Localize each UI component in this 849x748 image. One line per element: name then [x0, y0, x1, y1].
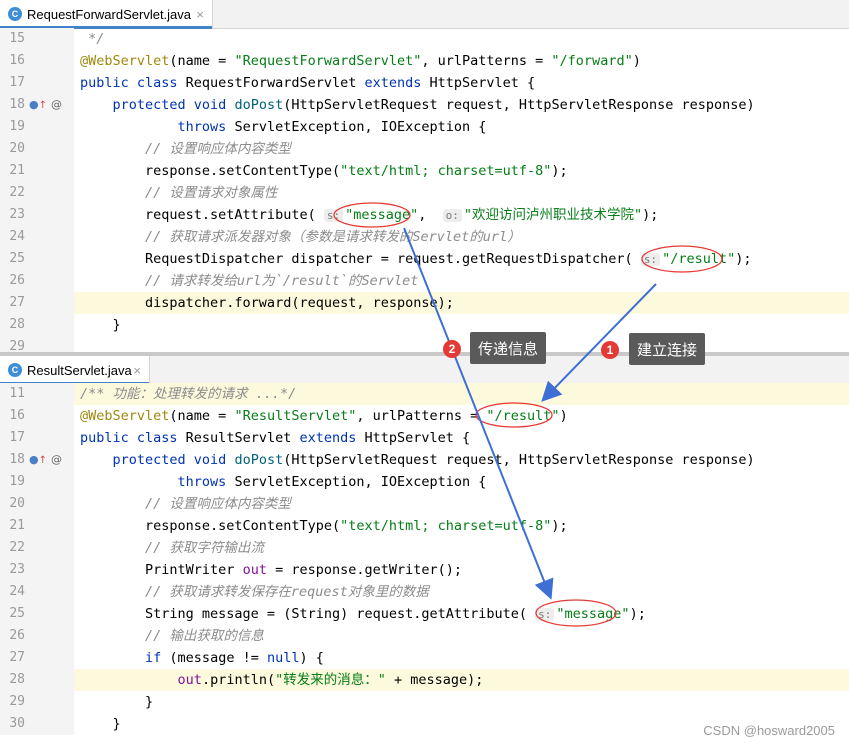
editor-tab-bar: C RequestForwardServlet.java ×: [0, 0, 849, 29]
close-icon[interactable]: ×: [133, 363, 141, 378]
close-icon[interactable]: ×: [196, 7, 204, 22]
editor-pane-request-forward-servlet: C RequestForwardServlet.java × 15 */ 16 @…: [0, 0, 849, 358]
code-line: 23 PrintWriter out = response.getWriter(…: [0, 559, 849, 581]
code-line: 19 throws ServletException, IOException …: [0, 471, 849, 493]
code-line-current: 27 dispatcher.forward(request, response)…: [0, 292, 849, 314]
tab-label: RequestForwardServlet.java: [27, 6, 192, 22]
step-badge-1: 1: [601, 341, 619, 359]
editor-pane-result-servlet: C ResultServlet.java × 11/** 功能：处理转发的请求 …: [0, 356, 849, 748]
code-line: 21 response.setContentType("text/html; c…: [0, 515, 849, 537]
code-line: 24 // 获取请求派发器对象（参数是请求转发的Servlet的url）: [0, 226, 849, 248]
editor-tab-bar: C ResultServlet.java ×: [0, 356, 849, 385]
tab-result-servlet[interactable]: C ResultServlet.java ×: [0, 356, 150, 385]
java-class-icon: C: [8, 7, 22, 21]
code-line: 16 @WebServlet(name = "RequestForwardServ…: [0, 50, 849, 72]
code-line: 26 // 请求转发给url为`/result`的Servlet: [0, 270, 849, 292]
code-line: 22 // 设置请求对象属性: [0, 182, 849, 204]
code-line: 20 // 设置响应体内容类型: [0, 493, 849, 515]
tab-label: ResultServlet.java: [27, 362, 132, 378]
code-line: 11/** 功能：处理转发的请求 ...*/: [0, 383, 849, 405]
code-line: 23 request.setAttribute( s: "message", o:…: [0, 204, 849, 226]
code-line: 29 }: [0, 691, 849, 713]
code-line: 25 String message = (String) request.get…: [0, 603, 849, 625]
code-line: 24 // 获取请求转发保存在request对象里的数据: [0, 581, 849, 603]
tab-request-forward-servlet[interactable]: C RequestForwardServlet.java ×: [0, 0, 213, 29]
code-area[interactable]: 11/** 功能：处理转发的请求 ...*/ 16 @WebServlet(nam…: [0, 383, 849, 735]
code-line: 18 ●↑ @ protected void doPost(HttpServletR…: [0, 449, 849, 471]
code-line: 26 // 输出获取的信息: [0, 625, 849, 647]
override-gutter-icon[interactable]: ●↑ @: [29, 449, 62, 472]
code-line: 17 public class RequestForwardServlet ext…: [0, 72, 849, 94]
code-line: 15 */: [0, 28, 849, 50]
code-line: 17 public class ResultServlet extends Htt…: [0, 427, 849, 449]
code-line: 20 // 设置响应体内容类型: [0, 138, 849, 160]
code-line-current: 28 out.println("转发来的消息：" + message);: [0, 669, 849, 691]
code-line: 21 response.setContentType("text/html; c…: [0, 160, 849, 182]
code-line: 28 }: [0, 314, 849, 336]
step-badge-2: 2: [443, 340, 461, 358]
callout-establish-connection: 建立连接: [629, 333, 706, 365]
code-line: 18 ●↑ @ protected void doPost(HttpServletR…: [0, 94, 849, 116]
code-line: 27 if (message != null) {: [0, 647, 849, 669]
code-line: 22 // 获取字符输出流: [0, 537, 849, 559]
callout-pass-info: 传递信息: [470, 332, 547, 364]
override-gutter-icon[interactable]: ●↑ @: [29, 94, 62, 117]
watermark: CSDN @hosward2005: [703, 723, 835, 738]
code-line: 25 RequestDispatcher dispatcher = reques…: [0, 248, 849, 270]
code-line: 19 throws ServletException, IOException …: [0, 116, 849, 138]
code-area[interactable]: 15 */ 16 @WebServlet(name = "RequestForwa…: [0, 28, 849, 358]
code-line: 16 @WebServlet(name = "ResultServlet", ur…: [0, 405, 849, 427]
java-class-icon: C: [8, 363, 22, 377]
